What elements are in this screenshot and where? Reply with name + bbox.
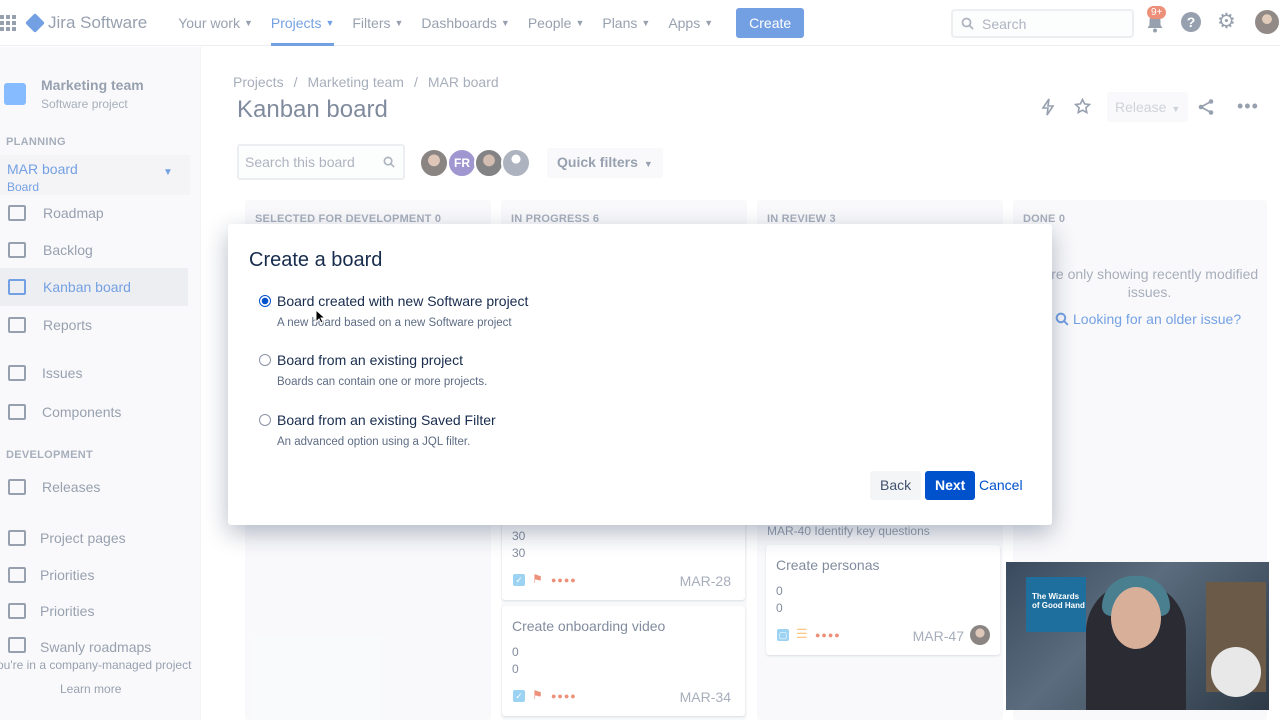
helmet xyxy=(1211,647,1261,697)
dialog-title: Create a board xyxy=(249,249,383,271)
radio-button[interactable] xyxy=(259,354,271,366)
back-button[interactable]: Back xyxy=(870,471,922,500)
mouse-cursor-icon xyxy=(315,309,325,324)
presenter-face xyxy=(1111,587,1161,649)
option-label: Board created with new Software project xyxy=(277,293,529,309)
option-description: A new board based on a new Software proj… xyxy=(277,317,512,329)
option-label: Board from an existing Saved Filter xyxy=(277,412,496,428)
webcam-overlay: The Wizards of Good Hand xyxy=(1006,562,1269,710)
radio-button-selected[interactable] xyxy=(259,295,271,307)
cancel-button[interactable]: Cancel xyxy=(969,471,1033,500)
next-button[interactable]: Next xyxy=(925,471,976,500)
option-description: Boards can contain one or more projects. xyxy=(277,376,488,388)
option-label: Board from an existing project xyxy=(277,352,463,368)
create-board-dialog: Create a board Board created with new So… xyxy=(228,224,1052,525)
poster-text: The Wizards of Good Hand xyxy=(1032,592,1085,610)
option-description: An advanced option using a JQL filter. xyxy=(277,436,471,448)
radio-button[interactable] xyxy=(259,414,271,426)
